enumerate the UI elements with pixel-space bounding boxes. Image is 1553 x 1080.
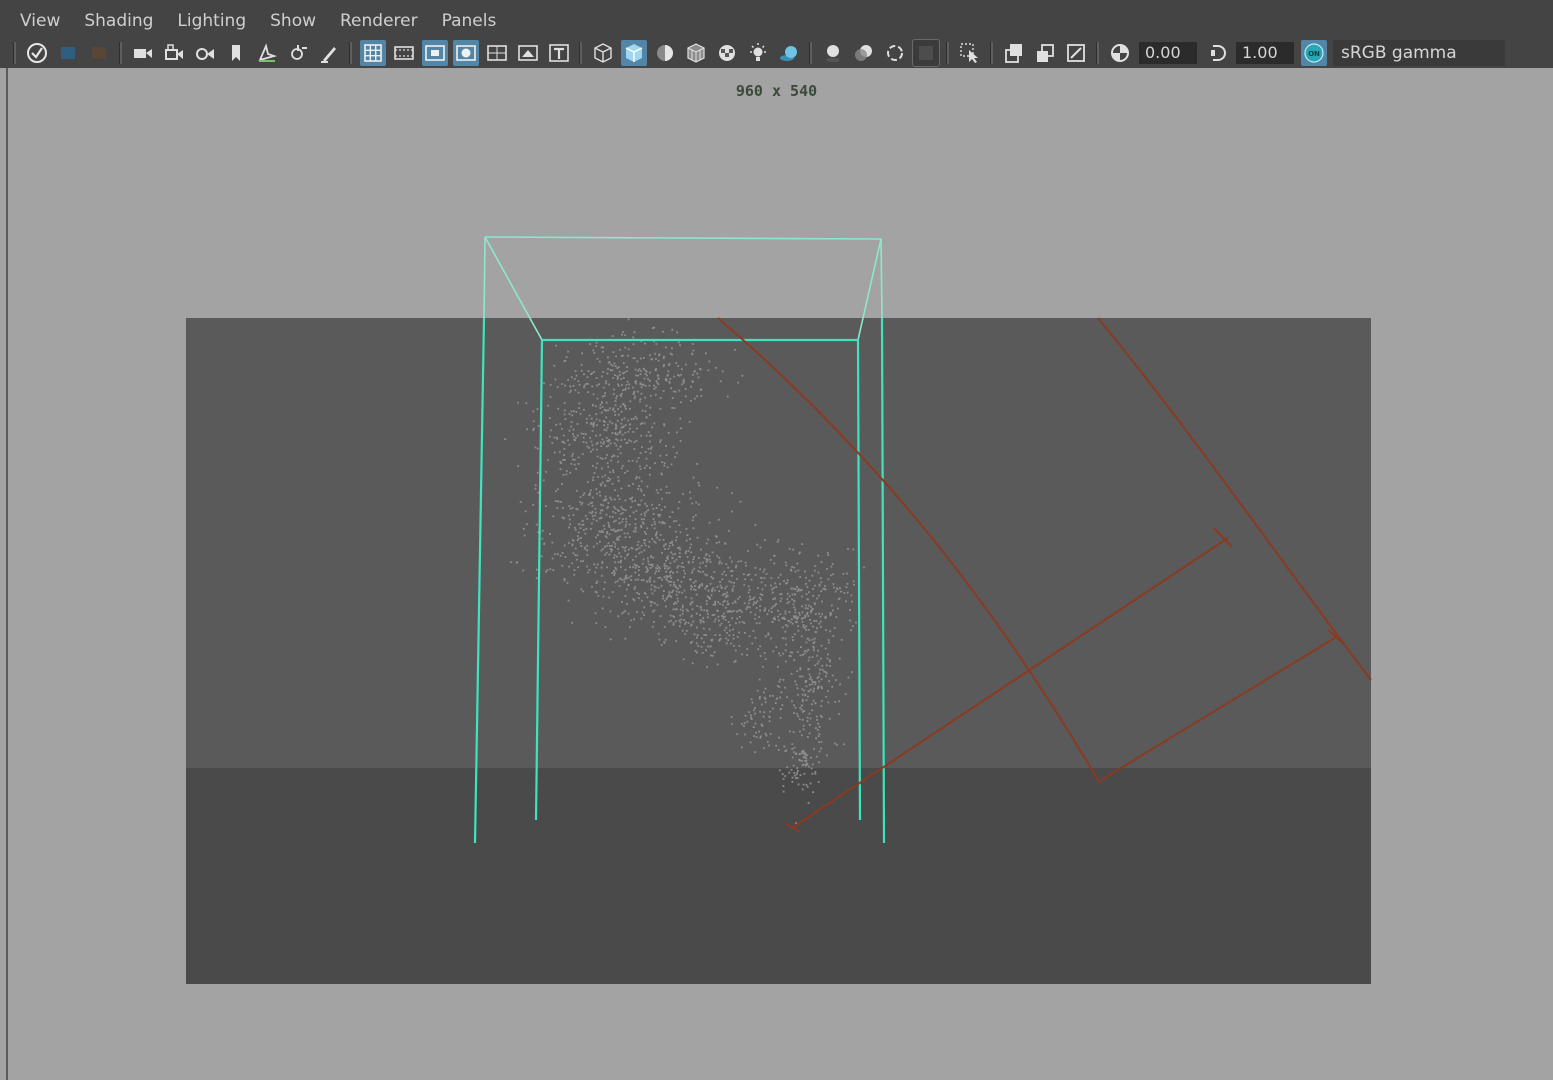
ground-plane (186, 768, 1371, 984)
container-outer-right-upper (880, 238, 883, 319)
viewport-scene (186, 236, 1372, 984)
container-top-outer (484, 236, 882, 240)
resolution-gate-area (186, 318, 1371, 768)
container-outer-left-upper (483, 236, 486, 319)
resolution-label: 960 x 540 (735, 82, 818, 100)
